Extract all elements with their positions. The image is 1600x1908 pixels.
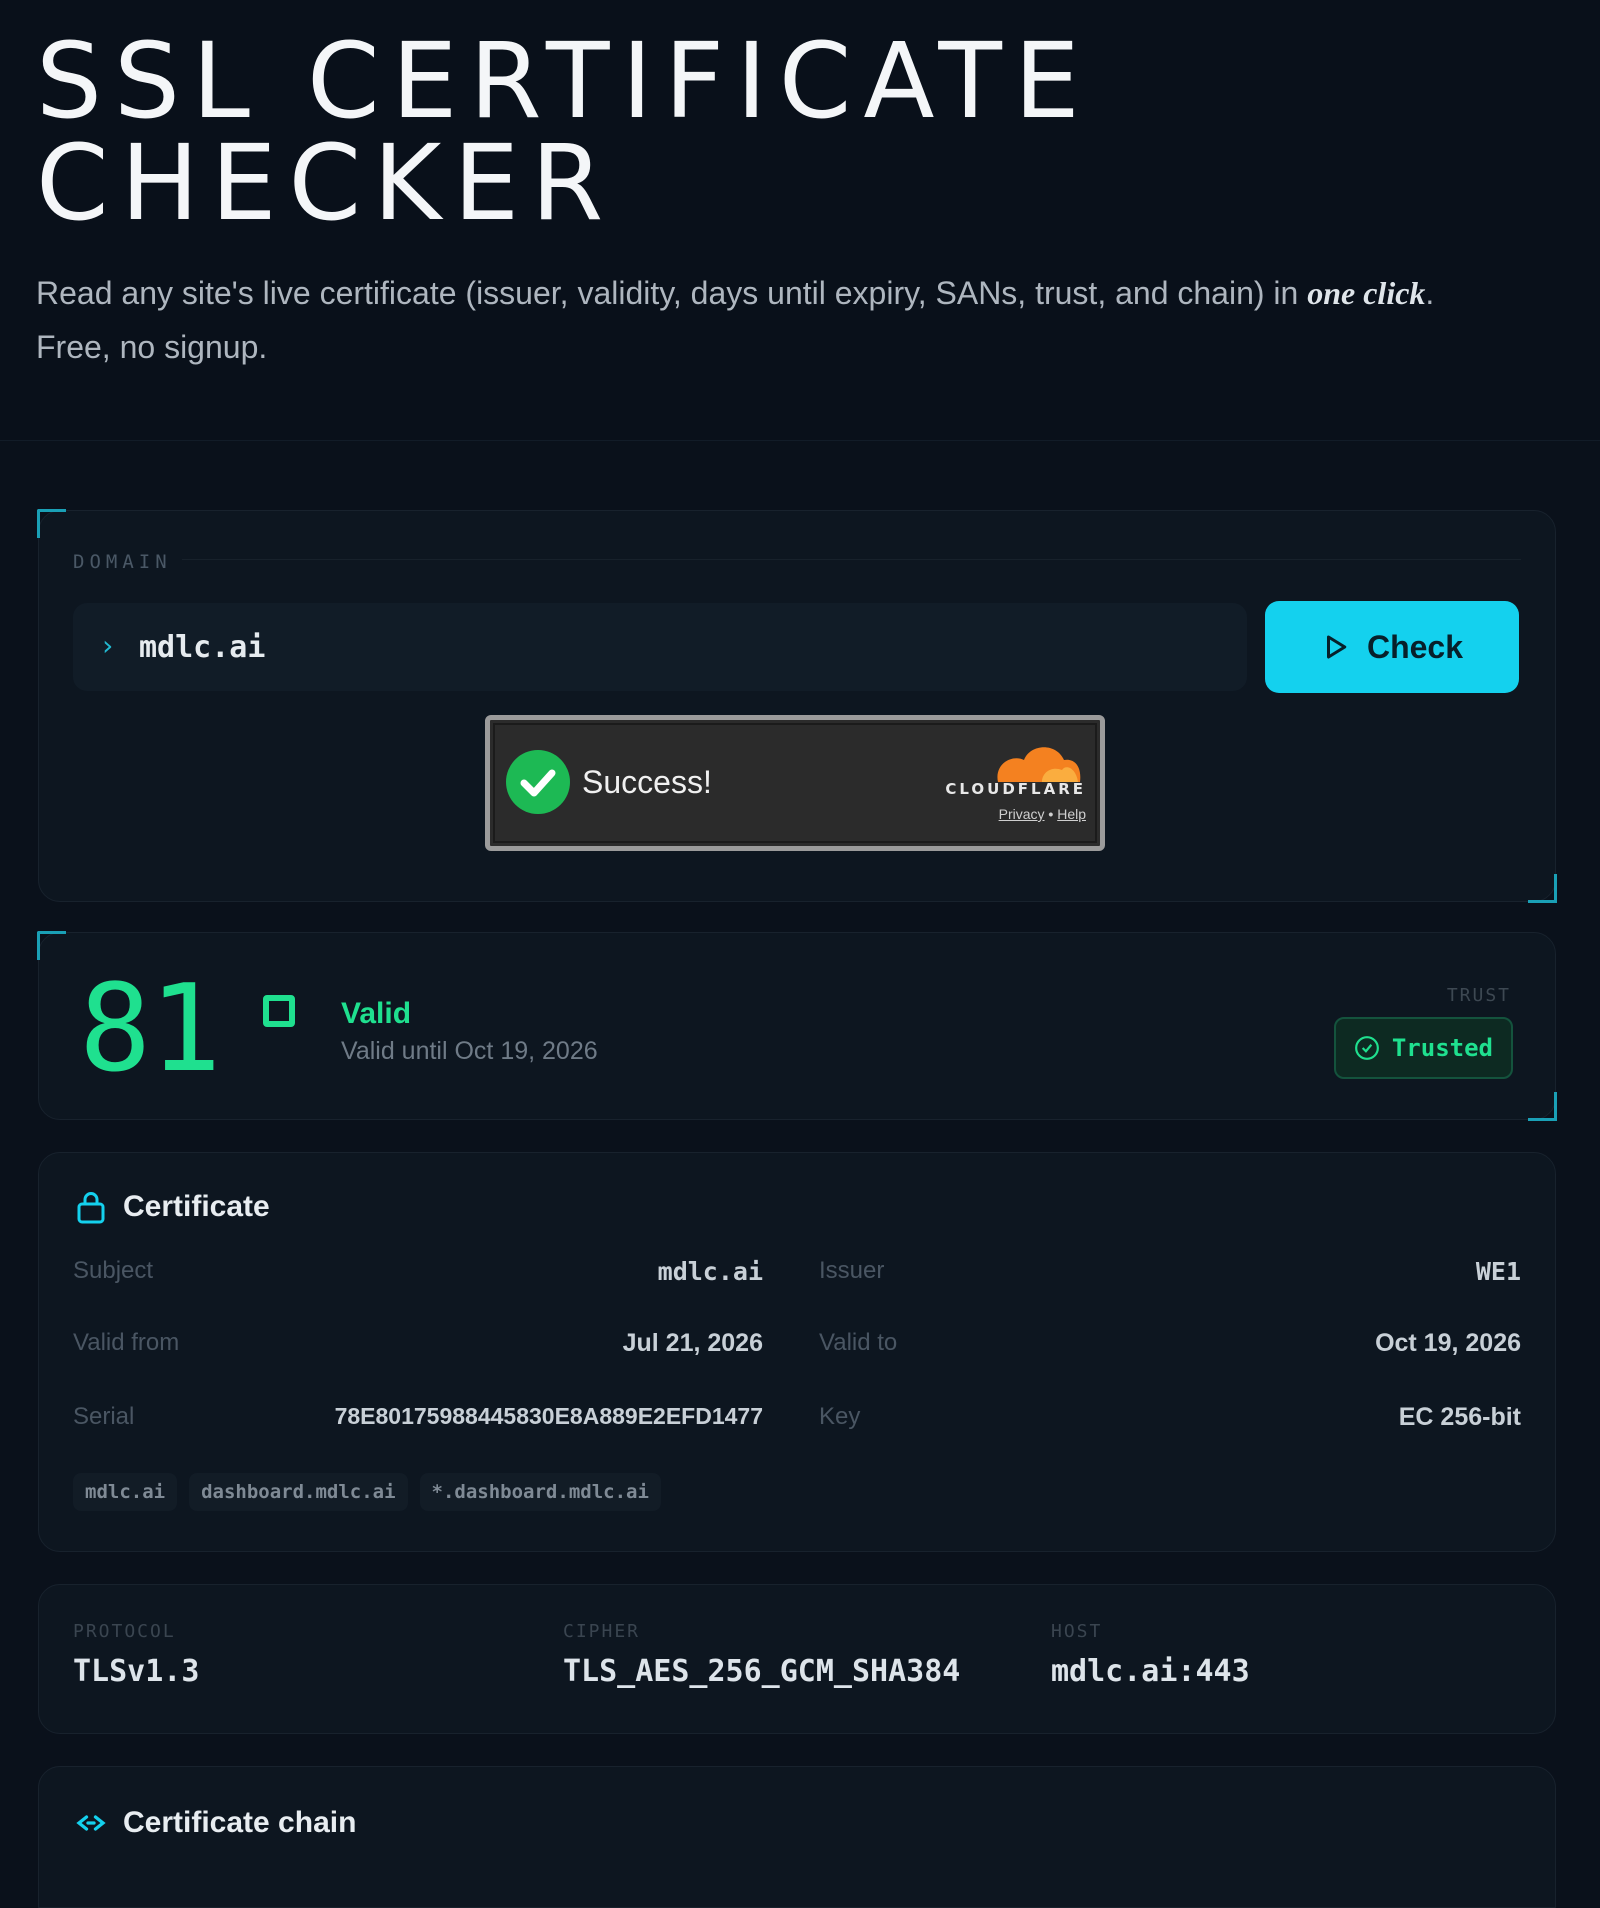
- domain-input[interactable]: [137, 621, 1221, 673]
- san-list: mdlc.ai dashboard.mdlc.ai *.dashboard.md…: [73, 1473, 661, 1511]
- help-link[interactable]: Help: [1057, 806, 1086, 822]
- cipher-value: TLS_AES_256_GCM_SHA384: [563, 1654, 961, 1689]
- host-value: mdlc.ai:443: [1051, 1654, 1250, 1689]
- protocol-value: TLSv1.3: [73, 1654, 200, 1689]
- protocol-field: PROTOCOL TLSv1.3: [73, 1621, 199, 1689]
- serial-label: Serial: [73, 1403, 135, 1430]
- valid-from-value: Jul 21, 2026: [622, 1329, 763, 1357]
- cert-row-serial-key: Serial 78E8017598844583​0E8A889E2EFD1477…: [73, 1403, 1521, 1443]
- validity-status: Valid: [341, 997, 412, 1030]
- hero-section: SSL CERTIFICATE CHECKER Read any site's …: [0, 0, 1600, 441]
- page-subtitle: Read any site's live certificate (issuer…: [36, 266, 1456, 374]
- issuer-value: WE1: [1475, 1257, 1521, 1286]
- subtitle-emphasis: one click: [1307, 275, 1426, 311]
- cloudflare-wordmark: CLOUDFLARE: [945, 780, 1086, 798]
- prompt-chevron-icon: ›: [99, 629, 116, 662]
- san-chip: dashboard.mdlc.ai: [189, 1473, 408, 1511]
- valid-to-label: Valid to: [819, 1329, 898, 1356]
- cert-row-validity: Valid from Jul 21, 2026 Valid to Oct 19,…: [73, 1329, 1521, 1369]
- san-chip: mdlc.ai: [73, 1473, 178, 1511]
- corner-bracket-top-left: [37, 931, 66, 960]
- page-title-line2: CHECKER: [36, 122, 616, 244]
- subject-value: mdlc.ai: [657, 1257, 763, 1286]
- play-icon: [1326, 635, 1347, 659]
- cipher-label: CIPHER: [563, 1621, 641, 1642]
- trust-label: TRUST: [1446, 985, 1511, 1006]
- trust-value: Trusted: [1391, 1034, 1493, 1062]
- host-label: HOST: [1051, 1621, 1103, 1642]
- valid-to-value: Oct 19, 2026: [1375, 1329, 1521, 1357]
- san-chip: *.dashboard.mdlc.ai: [419, 1473, 661, 1511]
- turnstile-status: Success!: [582, 764, 712, 800]
- lock-icon: [77, 1192, 105, 1224]
- domain-label: DOMAIN: [73, 551, 182, 573]
- check-button-label: Check: [1366, 628, 1464, 665]
- domain-input-wrapper[interactable]: ›: [73, 603, 1247, 691]
- chain-section-title: Certificate chain: [73, 1805, 356, 1841]
- links-separator: •: [1048, 806, 1054, 822]
- valid-until-text: Valid until Oct 19, 2026: [341, 1037, 598, 1065]
- corner-bracket-bottom-right: [1528, 874, 1557, 903]
- corner-bracket-top-left: [37, 509, 66, 538]
- privacy-link[interactable]: Privacy: [999, 806, 1045, 822]
- connection-card: PROTOCOL TLSv1.3 CIPHER TLS_AES_256_GCM_…: [38, 1584, 1556, 1734]
- subject-label: Subject: [73, 1257, 154, 1284]
- link-icon: [76, 1815, 106, 1831]
- certificate-section-title: Certificate: [73, 1189, 270, 1225]
- certificate-card: Certificate Subject mdlc.ai Issuer WE1 V…: [38, 1152, 1556, 1552]
- host-field: HOST mdlc.ai:443: [1051, 1621, 1250, 1689]
- trust-badge: Trusted: [1333, 1017, 1513, 1079]
- turnstile-links: Privacy • Help: [999, 806, 1086, 822]
- page-title: SSL CERTIFICATE CHECKER: [36, 20, 1536, 244]
- status-card: 81 Valid Valid until Oct 19, 2026 TRUST …: [37, 931, 1557, 1121]
- corner-bracket-bottom-right: [1528, 1092, 1557, 1121]
- issuer-label: Issuer: [819, 1257, 885, 1284]
- certificate-chain-card: Certificate chain: [38, 1766, 1556, 1908]
- check-circle-icon: [1354, 1036, 1379, 1060]
- cloudflare-turnstile-widget[interactable]: Success! CLOUDFLARE Privacy • Help: [485, 715, 1105, 851]
- days-until-expiry: 81: [79, 960, 221, 1099]
- label-divider: [73, 559, 1521, 560]
- chain-title: Certificate chain: [123, 1806, 357, 1839]
- key-value: EC 256-bit: [1398, 1403, 1521, 1431]
- cipher-field: CIPHER TLS_AES_256_GCM_SHA384: [563, 1621, 960, 1689]
- certificate-title: Certificate: [123, 1190, 270, 1223]
- subtitle-text: Read any site's live certificate (issuer…: [36, 275, 1308, 311]
- key-label: Key: [819, 1403, 861, 1430]
- check-button[interactable]: Check: [1265, 601, 1519, 693]
- serial-value: 78E8017598844583​0E8A889E2EFD1477: [334, 1403, 763, 1429]
- success-check-icon: [506, 750, 570, 814]
- page-title-line1: SSL CERTIFICATE: [36, 20, 1092, 142]
- cert-row-subject-issuer: Subject mdlc.ai Issuer WE1: [73, 1257, 1521, 1297]
- domain-card: DOMAIN › Check Success! CLOUDFLARE Priva…: [37, 509, 1557, 903]
- protocol-label: PROTOCOL: [73, 1621, 176, 1642]
- days-indicator-icon: [263, 995, 295, 1027]
